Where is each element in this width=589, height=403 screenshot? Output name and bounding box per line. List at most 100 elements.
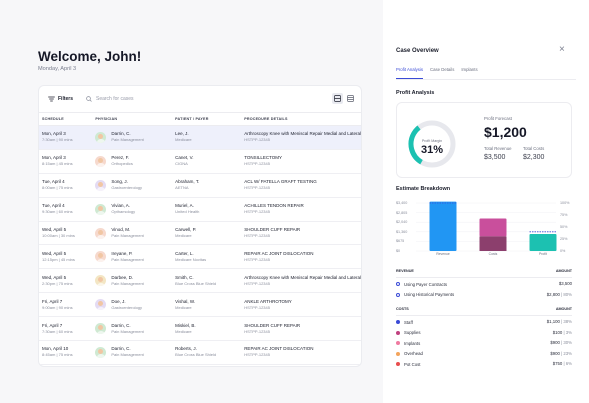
table-row[interactable]: Tue, April 4 9:30am | 60 mins Vivian, A. Op… <box>39 197 361 222</box>
physician-specialty: Opthamology <box>111 209 136 215</box>
avatar <box>95 203 107 215</box>
schedule-time: 12:15pm | 45 mins <box>42 256 75 262</box>
cases-card: Filters SCHEDULE PHYSICIAN PATIENT / PAY… <box>38 85 362 367</box>
table-row[interactable]: Mon, April 10 8:45am | 75 mins Darrin, C. P… <box>39 340 361 365</box>
schedule-cell: Wed, April 5 2:30pm | 75 mins <box>39 268 91 294</box>
costs-item-label: Supplies <box>404 330 421 335</box>
table-row[interactable]: Mon, April 3 7:30am | 90 mins Darrin, C. Pa… <box>39 125 361 150</box>
costs-item: Implants $900 | 30% <box>396 339 572 347</box>
amount-value: $750 <box>552 361 563 366</box>
amount-share: | 23% <box>561 350 572 356</box>
costs-item-label: Overhead <box>404 351 423 356</box>
avatar <box>95 251 107 263</box>
schedule-time: 8:00am | 75 mins <box>42 185 73 191</box>
table-row[interactable]: Tue, April 4 8:00am | 75 mins Song, J. Gast… <box>39 173 361 198</box>
legend-dot-icon <box>396 320 400 324</box>
payer-name: CIGNA <box>175 161 188 167</box>
procedure-code: HSTPP-12345 <box>244 256 270 262</box>
search-box[interactable] <box>86 93 206 105</box>
procedure-code: HSTPP-12345 <box>244 328 270 334</box>
card-view-button[interactable] <box>332 93 343 104</box>
cases-table: SCHEDULE PHYSICIAN PATIENT / PAYER PROCE… <box>39 112 361 365</box>
table-row[interactable]: Wed, April 5 12:15pm | 45 mins Ireyane, P.… <box>39 244 361 270</box>
bar-costs-bottom[interactable] <box>479 236 507 251</box>
tab-profit-analysis[interactable]: Profit Analysis <box>396 67 423 79</box>
revenue-divider <box>396 277 572 278</box>
radio-icon[interactable] <box>396 282 400 286</box>
table-row[interactable]: Wed, April 5 2:30pm | 75 mins Darbee, D. Pa… <box>39 268 361 294</box>
costs-item: Pot Cost $750 | 6% <box>396 360 572 368</box>
filters-button[interactable]: Filters <box>48 94 73 104</box>
x-tick-label: Revenue <box>436 252 450 256</box>
case-overview-panel: Case Overview × Profit Analysis Case Det… <box>383 0 589 403</box>
list-view-button[interactable] <box>345 93 356 104</box>
schedule-time: 7:30am | 90 mins <box>42 137 73 143</box>
tabs-divider <box>396 79 576 80</box>
procedure-cell: ACHILLES TENDON REPAIR HSTPP-12345 <box>239 197 361 222</box>
schedule-time: 8:45am | 75 mins <box>42 352 73 358</box>
revenue-item-label: Using Payer Contracts <box>404 281 447 287</box>
payer-name: Blue Cross Blue Shield <box>175 280 217 286</box>
physician-specialty: Pain Management <box>111 137 144 143</box>
schedule-cell: Tue, April 4 8:00am | 75 mins <box>39 173 91 198</box>
col-patient-payer[interactable]: PATIENT / PAYER <box>170 112 240 126</box>
bar-revenue[interactable] <box>429 201 457 251</box>
tab-case-details[interactable]: Case Details <box>430 67 454 79</box>
patient-cell: Miskiel, B. Medicare <box>170 316 240 342</box>
procedure-code: HSTPP-12345 <box>244 304 270 310</box>
radio-icon[interactable] <box>396 292 400 297</box>
amount-share: | 30% <box>561 340 572 345</box>
amount-value: $3,500 <box>558 281 572 286</box>
tab-implants[interactable]: Implants <box>461 67 477 79</box>
revenue-item-amount: $3,500 <box>559 281 572 286</box>
bar-costs-top[interactable] <box>479 218 507 237</box>
schedule-time: 2:30pm | 75 mins <box>42 280 73 286</box>
amount-value: $900 <box>550 350 560 356</box>
procedure-cell: SHOULDER CUFF REPAIR HSTPP-12345 <box>239 316 361 342</box>
procedure-code: HSTPP-12345 <box>244 209 270 215</box>
bar-profit[interactable] <box>529 234 557 251</box>
filters-label: Filters <box>58 96 74 102</box>
table-row[interactable]: Fri, April 7 7:30am | 60 mins Darrin, C. Pa… <box>39 316 361 342</box>
physician-specialty: Pain Management <box>111 328 144 334</box>
revenue-item: Using Payer Contracts $3,500 <box>396 280 572 288</box>
procedure-code: HSTPP-12345 <box>244 352 270 358</box>
procedure-code: HSTPP-12345 <box>244 161 270 167</box>
avatar <box>95 227 107 239</box>
amount-value: $100 <box>552 329 563 335</box>
costs-divider <box>396 315 572 316</box>
table-row[interactable]: Wed, April 5 10:00am | 30 mins Vinod, M. Pa… <box>39 221 361 246</box>
table-row[interactable]: Mon, April 3 8:15am | 45 mins Perez, F. Ort… <box>39 149 361 174</box>
col-procedure-details[interactable]: PROCEDURE DETAILS <box>239 112 361 126</box>
amount-value: $2,800 <box>546 291 560 297</box>
procedure-cell: ACL W/ PATELLA GRAFT TESTING HSTPP-12345 <box>239 173 361 198</box>
payer-name: AETNA <box>175 185 189 191</box>
page-title: Welcome, John! <box>38 49 142 64</box>
avatar <box>95 179 107 191</box>
schedule-cell: Fri, April 7 7:30am | 60 mins <box>39 316 91 342</box>
costs-item-amount: $900 | 30% <box>550 340 572 345</box>
patient-cell: Canet, V. CIGNA <box>170 149 240 174</box>
col-physician[interactable]: PHYSICIAN <box>90 112 171 126</box>
search-input[interactable] <box>96 96 196 102</box>
table-row[interactable]: Fri, April 7 9:00am | 90 mins Doe, J. Gastr… <box>39 292 361 318</box>
patient-cell: Smith, C. Blue Cross Blue Shield <box>170 268 240 294</box>
payer-name: Medicare <box>175 137 192 143</box>
avatar <box>95 299 107 311</box>
legend-dot-icon <box>396 351 400 356</box>
schedule-cell: Mon, April 3 8:15am | 45 mins <box>39 149 91 174</box>
col-schedule[interactable]: SCHEDULE <box>39 112 91 126</box>
close-icon[interactable]: × <box>559 45 565 55</box>
schedule-time: 9:30am | 60 mins <box>42 209 73 215</box>
payer-name: Medicare <box>175 233 192 238</box>
costs-item-label: Implants <box>404 340 421 346</box>
costs-item: Staff $1,100 | 38% <box>396 318 572 326</box>
payer-name: Medicare <box>175 304 192 310</box>
revenue-header: REVENUE AMOUNT <box>396 269 572 277</box>
patient-cell: Lee, J. Medicare <box>170 125 240 150</box>
total-costs-value: $2,300 <box>523 154 545 161</box>
procedure-cell: TONSILLECTOMY HSTPP-12345 <box>239 149 361 174</box>
panel-tabs: Profit Analysis Case Details Implants <box>396 67 485 79</box>
physician-cell: Darrin, C. Pain Management <box>90 316 171 342</box>
costs-item-label: Pot Cost <box>404 361 421 367</box>
